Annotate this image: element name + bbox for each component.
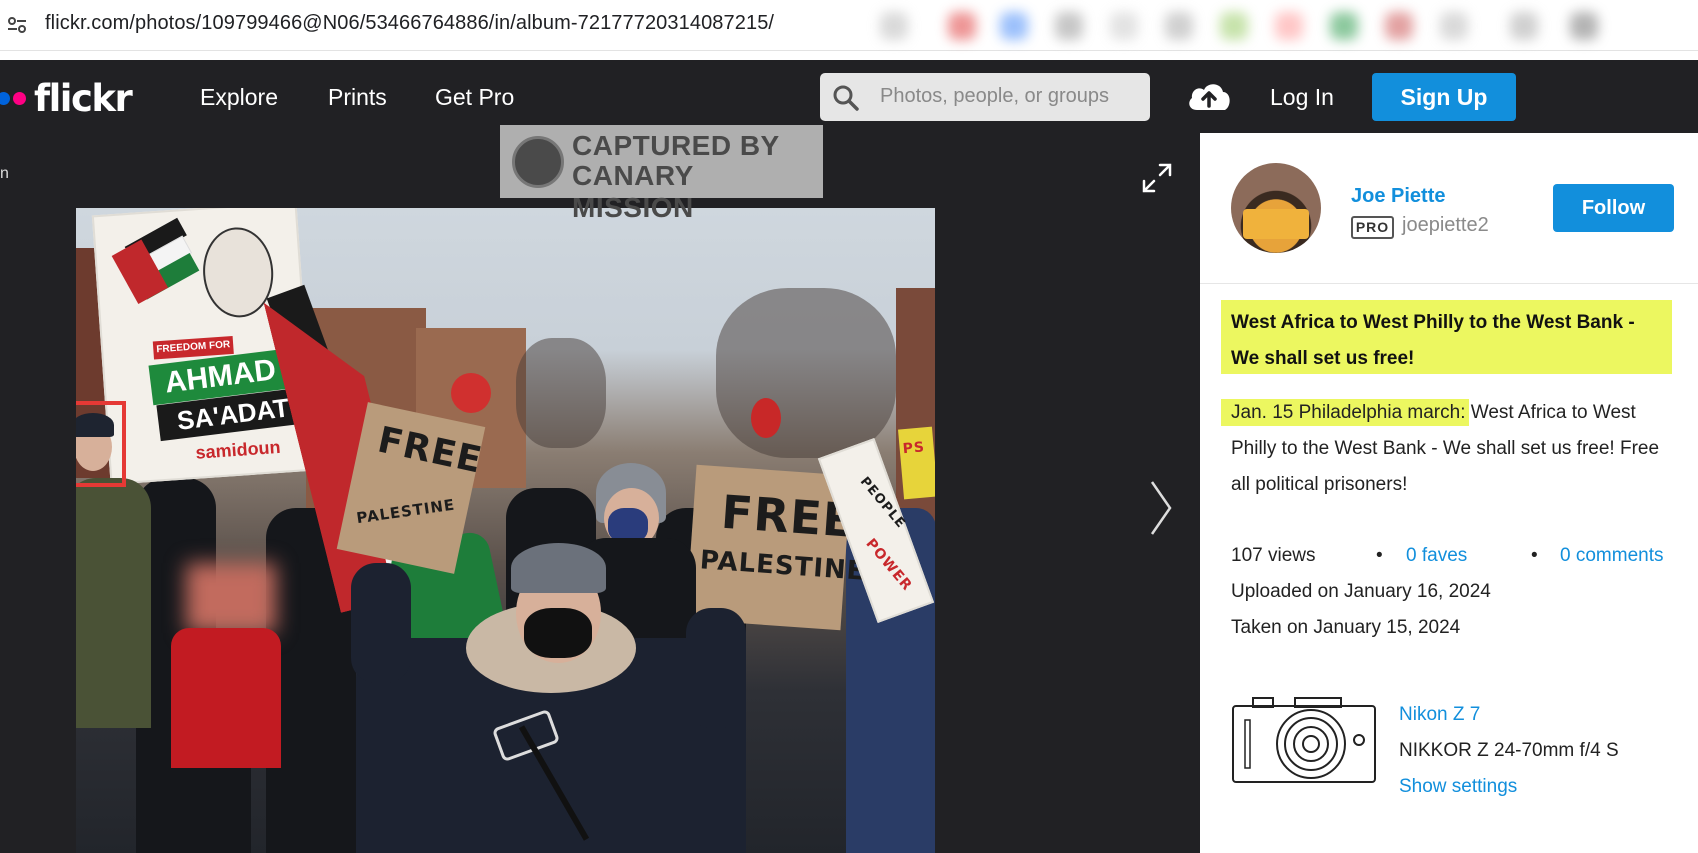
nav-explore[interactable]: Explore xyxy=(200,84,278,111)
stat-separator: • xyxy=(1531,545,1538,566)
site-header: flickr Explore Prints Get Pro Photos, pe… xyxy=(0,60,1698,133)
divider xyxy=(1200,283,1698,284)
browser-address-bar: flickr.com/photos/109799466@N06/53466764… xyxy=(0,0,1698,51)
url-text[interactable]: flickr.com/photos/109799466@N06/53466764… xyxy=(45,12,774,35)
photo-description: Jan. 15 Philadelphia march: West Africa … xyxy=(1231,395,1681,503)
logo-blue-dot xyxy=(0,91,10,105)
logo-wordmark: flickr xyxy=(34,76,133,120)
watermark-line-2: CANARY MISSION xyxy=(572,160,694,223)
stat-separator: • xyxy=(1376,545,1383,566)
sign-free-text-1: FREE xyxy=(374,419,486,482)
photo-viewer: n FREEDOM FOR AHMAD SA'ADAT samidoun FRE… xyxy=(0,125,1200,853)
yellow-sign: PS xyxy=(898,426,935,500)
logo-pink-dot xyxy=(13,91,26,105)
search-icon xyxy=(833,85,859,111)
site-settings-icon[interactable] xyxy=(6,14,28,36)
highlight-box xyxy=(76,401,126,487)
comments-link[interactable]: 0 comments xyxy=(1560,545,1663,567)
fullscreen-expand-icon[interactable] xyxy=(1140,161,1174,195)
watermark-line-1: CAPTURED BY xyxy=(572,130,780,161)
faves-link[interactable]: 0 faves xyxy=(1406,545,1467,567)
signup-button[interactable]: Sign Up xyxy=(1372,73,1516,121)
sign-palestine-text-2: PALESTINE xyxy=(698,545,867,587)
nav-get-pro[interactable]: Get Pro xyxy=(435,84,514,111)
camera-model-link[interactable]: Nikon Z 7 xyxy=(1399,704,1480,726)
views-count: 107 views xyxy=(1231,545,1316,566)
search-input[interactable]: Photos, people, or groups xyxy=(820,73,1150,121)
next-photo-chevron-icon[interactable] xyxy=(1148,478,1174,538)
sign-ps-text: PS xyxy=(902,439,926,458)
canary-seal-icon xyxy=(512,136,564,188)
sign-power-text: POWER xyxy=(862,535,916,595)
main-photo[interactable]: FREEDOM FOR AHMAD SA'ADAT samidoun FREE … xyxy=(76,208,935,853)
owner-avatar[interactable] xyxy=(1231,163,1321,253)
photo-info-panel: Joe Piette PRO joepiette2 Follow West Af… xyxy=(1200,133,1698,853)
follow-button[interactable]: Follow xyxy=(1553,184,1674,232)
camera-icon xyxy=(1232,697,1376,783)
edge-text-fragment: n xyxy=(0,165,9,182)
camera-lens: NIKKOR Z 24-70mm f/4 S xyxy=(1399,740,1619,761)
owner-name-link[interactable]: Joe Piette xyxy=(1351,185,1445,208)
description-highlight: Jan. 15 Philadelphia march: xyxy=(1231,399,1466,426)
upload-cloud-icon[interactable] xyxy=(1185,76,1233,116)
search-placeholder: Photos, people, or groups xyxy=(880,85,1110,107)
free-palestine-sign-right: FREE PALESTINE xyxy=(685,464,866,631)
photo-title: West Africa to West Philly to the West B… xyxy=(1231,312,1635,369)
nav-prints[interactable]: Prints xyxy=(328,84,387,111)
login-link[interactable]: Log In xyxy=(1270,84,1334,111)
canary-mission-watermark: CAPTURED BY CANARY MISSION xyxy=(500,125,823,223)
show-settings-link[interactable]: Show settings xyxy=(1399,776,1517,798)
owner-username: joepiette2 xyxy=(1402,214,1489,236)
uploaded-date: Uploaded on January 16, 2024 xyxy=(1231,581,1491,602)
sign-samidoun-text: samidoun xyxy=(194,436,282,463)
flickr-logo[interactable]: flickr xyxy=(0,76,133,120)
taken-date: Taken on January 15, 2024 xyxy=(1231,617,1461,638)
sign-palestine-text-1: PALESTINE xyxy=(355,495,457,528)
pro-badge: PRO xyxy=(1351,216,1394,239)
browser-extension-icons xyxy=(870,6,1690,46)
